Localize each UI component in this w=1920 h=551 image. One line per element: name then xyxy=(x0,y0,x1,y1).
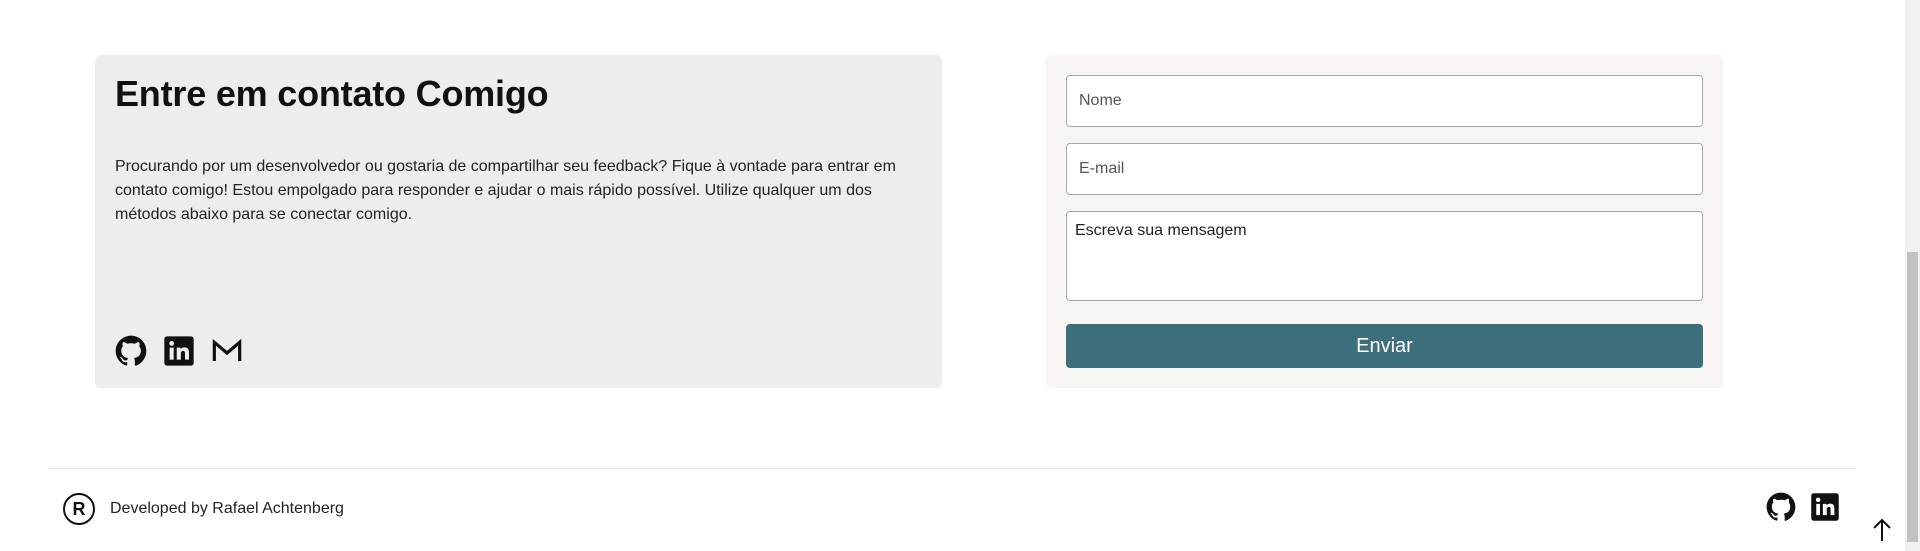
contact-social-links xyxy=(115,335,243,367)
linkedin-icon[interactable] xyxy=(1810,492,1840,522)
footer-social-links xyxy=(1766,492,1840,522)
contact-form: Enviar xyxy=(1046,55,1723,388)
footer-divider xyxy=(48,468,1856,469)
gmail-icon[interactable] xyxy=(211,335,243,367)
contact-title: Entre em contato Comigo xyxy=(115,73,549,114)
github-icon[interactable] xyxy=(1766,492,1796,522)
email-input[interactable] xyxy=(1066,143,1703,195)
name-input[interactable] xyxy=(1066,75,1703,127)
contact-description: Procurando por um desenvolvedor ou gosta… xyxy=(115,158,896,223)
arrow-up-icon[interactable] xyxy=(1870,517,1894,543)
send-button[interactable]: Enviar xyxy=(1066,324,1703,368)
footer-credit: Developed by Rafael Achtenberg xyxy=(110,500,344,517)
linkedin-icon[interactable] xyxy=(163,335,195,367)
contact-info-card: Entre em contato Comigo Procurando por u… xyxy=(95,55,942,388)
scrollbar-thumb[interactable] xyxy=(1907,252,1918,542)
footer-logo: R xyxy=(63,493,95,525)
github-icon[interactable] xyxy=(115,335,147,367)
vertical-scrollbar[interactable] xyxy=(1905,0,1920,551)
message-textarea[interactable] xyxy=(1066,211,1703,301)
